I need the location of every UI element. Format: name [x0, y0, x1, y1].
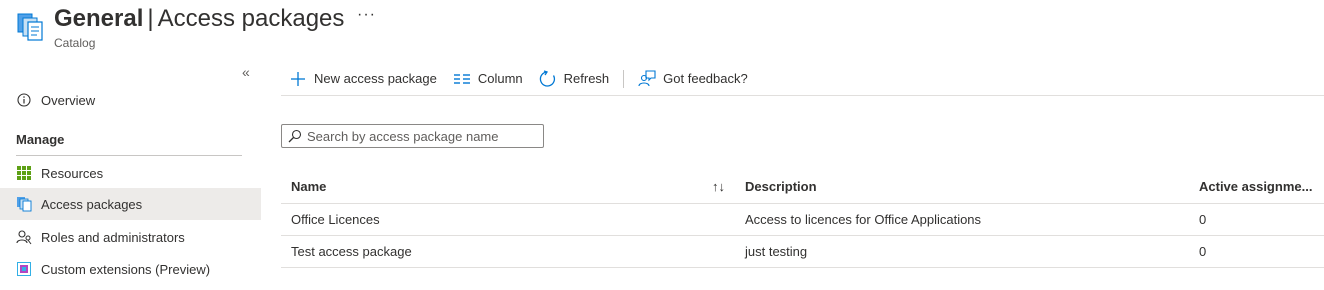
- sidebar-item-access-packages[interactable]: Access packages: [0, 188, 261, 220]
- sidebar-item-resources[interactable]: Resources: [0, 157, 261, 189]
- page-title: General | Access packages: [54, 5, 344, 33]
- page-title-strong: General: [54, 5, 144, 32]
- people-icon: [16, 229, 32, 245]
- sidebar-item-roles-and-administrators[interactable]: Roles and administrators: [0, 221, 261, 253]
- search-input[interactable]: [307, 128, 537, 144]
- cell-description: Access to licences for Office Applicatio…: [745, 212, 982, 227]
- page-title-separator: |: [147, 5, 154, 32]
- column-header-label: Name: [291, 179, 327, 194]
- table-row[interactable]: Office Licences Access to licences for O…: [281, 204, 1324, 236]
- sort-icon[interactable]: ↑↓: [712, 179, 725, 194]
- search-box[interactable]: [281, 124, 544, 148]
- sidebar-item-label: Roles and administrators: [41, 229, 185, 245]
- button-label: Refresh: [563, 71, 610, 86]
- plus-icon: [289, 70, 307, 88]
- command-divider: [623, 69, 625, 88]
- sidebar-item-label: Custom extensions (Preview): [41, 261, 211, 277]
- cell-description: just testing: [745, 244, 808, 259]
- extension-icon: [16, 261, 32, 277]
- cell-active-assignments: 0: [1199, 244, 1207, 259]
- sidebar-item-overview[interactable]: Overview: [0, 84, 261, 116]
- column-header-description[interactable]: Description: [735, 179, 1189, 194]
- access-package-icon: [16, 196, 32, 212]
- info-icon: [16, 92, 32, 108]
- page-header: General | Access packages ··· Catalog: [0, 0, 1324, 60]
- collapse-sidebar-button[interactable]: «: [242, 64, 250, 80]
- cell-name[interactable]: Office Licences: [281, 212, 735, 227]
- section-divider: [16, 155, 242, 156]
- more-options-button[interactable]: ···: [357, 6, 376, 24]
- access-package-icon: [16, 12, 44, 42]
- refresh-icon: [539, 69, 557, 88]
- access-packages-table: Name ↑↓ Description Active assignme... O…: [281, 170, 1324, 268]
- button-label: Got feedback?: [663, 71, 748, 86]
- sidebar-item-label: Access packages: [41, 196, 143, 212]
- button-label: New access package: [314, 71, 437, 86]
- cell-active-assignments: 0: [1199, 212, 1207, 227]
- column-header-name[interactable]: Name ↑↓: [281, 179, 735, 194]
- sidebar-item-label: Resources: [41, 165, 104, 181]
- new-access-package-button[interactable]: New access package: [281, 63, 445, 95]
- page-title-light: Access packages: [157, 5, 345, 32]
- feedback-icon: [638, 69, 656, 88]
- sidebar-item-label: Overview: [41, 92, 96, 108]
- page-subtitle: Catalog: [54, 36, 96, 50]
- table-header-row: Name ↑↓ Description Active assignme...: [281, 170, 1324, 204]
- button-label: Column: [477, 71, 523, 86]
- search-icon: [288, 129, 302, 143]
- columns-icon: [453, 70, 471, 88]
- cell-name[interactable]: Test access package: [281, 244, 735, 259]
- column-header-active-assignments[interactable]: Active assignme...: [1189, 179, 1324, 194]
- section-label-manage: Manage: [16, 132, 65, 147]
- sidebar: « Overview Manage Resources Access packa…: [0, 60, 261, 290]
- table-row[interactable]: Test access package just testing 0: [281, 236, 1324, 268]
- column-button[interactable]: Column: [445, 63, 531, 95]
- feedback-button[interactable]: Got feedback?: [630, 63, 756, 95]
- grid-icon: [16, 165, 32, 181]
- sidebar-item-custom-extensions[interactable]: Custom extensions (Preview): [0, 253, 261, 285]
- refresh-button[interactable]: Refresh: [531, 63, 618, 95]
- command-bar: New access package Column Refresh Got fe…: [281, 62, 1324, 96]
